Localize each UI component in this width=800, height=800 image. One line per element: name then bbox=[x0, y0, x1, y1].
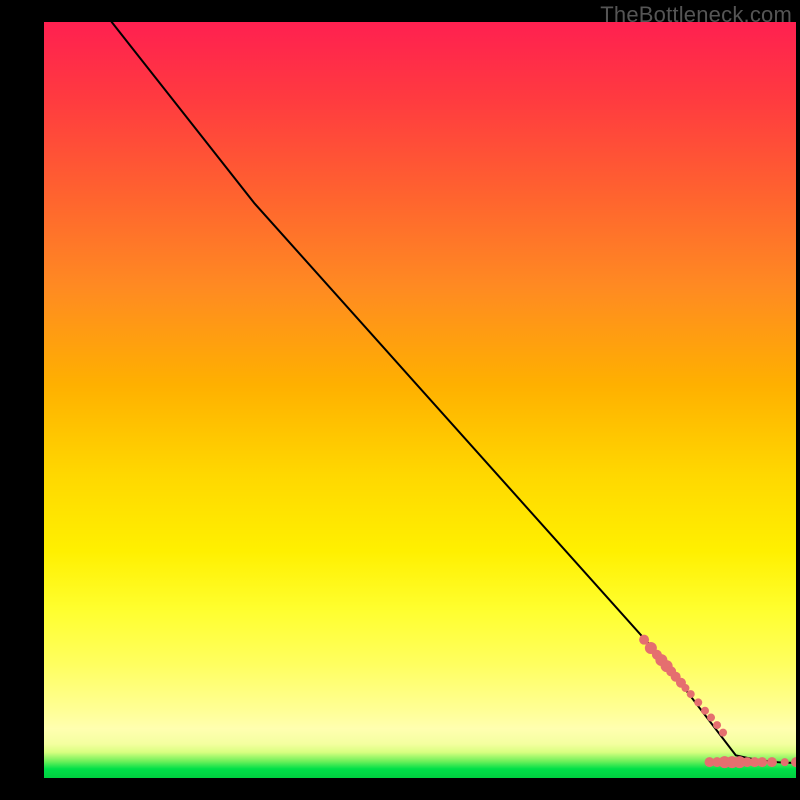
data-points bbox=[639, 635, 796, 768]
data-point bbox=[707, 714, 715, 722]
data-point bbox=[701, 707, 709, 715]
chart-svg bbox=[44, 22, 796, 778]
bottleneck-curve bbox=[112, 22, 796, 763]
data-point bbox=[694, 698, 702, 706]
chart-frame: TheBottleneck.com bbox=[0, 0, 800, 800]
data-point bbox=[757, 757, 767, 767]
plot-area bbox=[44, 22, 796, 778]
data-point bbox=[681, 684, 689, 692]
watermark-text: TheBottleneck.com bbox=[600, 2, 792, 28]
data-point bbox=[687, 690, 695, 698]
data-point bbox=[781, 758, 789, 766]
data-point bbox=[767, 757, 777, 767]
data-point bbox=[791, 757, 796, 767]
data-point bbox=[719, 729, 727, 737]
data-point bbox=[713, 721, 721, 729]
